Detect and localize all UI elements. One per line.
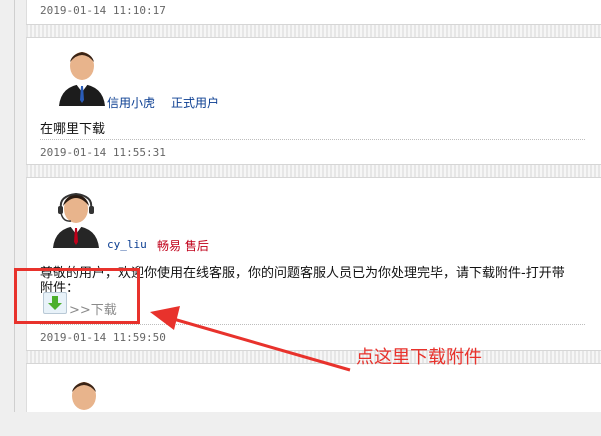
post-timestamp: 2019-01-14 11:10:17 bbox=[40, 4, 166, 17]
left-rail bbox=[0, 0, 22, 412]
user-role-link[interactable]: 畅易 售后 bbox=[157, 237, 209, 254]
dotted-divider bbox=[40, 139, 585, 140]
user-avatar[interactable] bbox=[55, 46, 109, 106]
rail-divider bbox=[14, 0, 15, 412]
post-timestamp: 2019-01-14 11:59:50 bbox=[40, 331, 166, 344]
post-content: 在哪里下载 bbox=[40, 122, 106, 137]
username-link[interactable]: cy_liu bbox=[107, 238, 147, 251]
thread-column: 2019-01-14 11:10:17 信用小虎 正式用户 在哪里下载 2019… bbox=[26, 0, 601, 412]
post-card-3: cy_liu 畅易 售后 尊敬的用户，欢迎你使用在线客服，你的问题客服人员已为你… bbox=[26, 178, 601, 350]
post-timestamp: 2019-01-14 11:55:31 bbox=[40, 146, 166, 159]
post-card-2: 信用小虎 正式用户 在哪里下载 2019-01-14 11:55:31 bbox=[26, 38, 601, 164]
post-card-4 bbox=[26, 364, 601, 412]
staff-avatar[interactable] bbox=[49, 188, 103, 248]
post-card-1: 2019-01-14 11:10:17 bbox=[26, 0, 601, 24]
post-separator bbox=[26, 164, 601, 178]
annotation-note: 点这里下载附件 bbox=[356, 347, 482, 368]
dotted-divider bbox=[40, 324, 585, 325]
post-separator bbox=[26, 24, 601, 38]
highlight-box bbox=[14, 268, 140, 324]
user-avatar[interactable] bbox=[57, 376, 111, 436]
username-link[interactable]: 信用小虎 bbox=[107, 94, 155, 111]
user-role-link[interactable]: 正式用户 bbox=[171, 94, 219, 111]
post-separator bbox=[26, 350, 601, 364]
